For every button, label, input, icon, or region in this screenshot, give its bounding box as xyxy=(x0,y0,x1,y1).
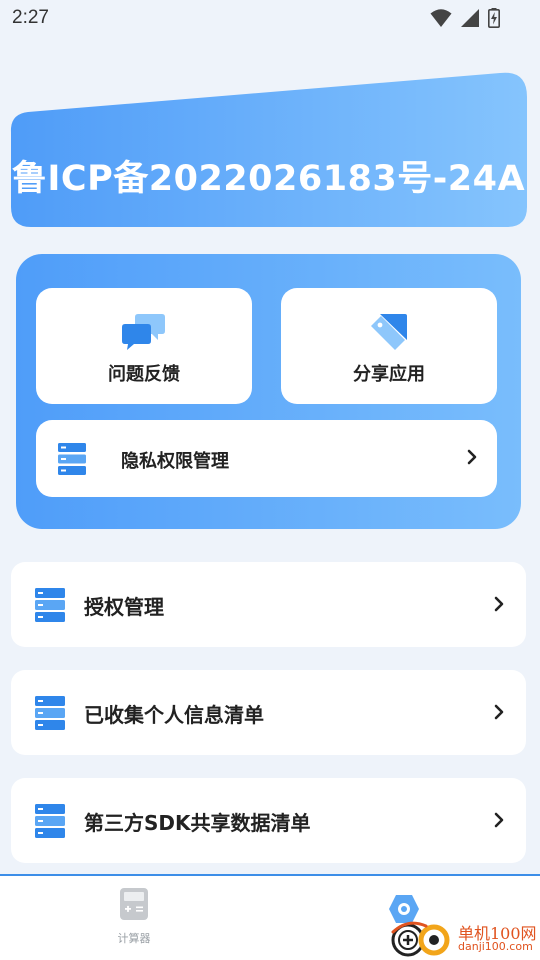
watermark-logo-icon xyxy=(391,921,450,957)
chevron-right-icon xyxy=(494,812,504,828)
site-watermark: 单机100网 danji100.com xyxy=(388,918,540,960)
action-panel: 问题反馈 分享应用 隐私权限管理 xyxy=(16,254,521,529)
chevron-right-icon xyxy=(467,449,477,465)
wifi-icon xyxy=(430,9,452,27)
signal-icon xyxy=(461,9,479,27)
collected-info-list-label: 已收集个人信息清单 xyxy=(84,703,264,727)
icp-number-text: 鲁ICP备2022026183号-24A xyxy=(11,159,526,199)
chat-bubbles-icon xyxy=(122,314,165,350)
icp-banner: 鲁ICP备2022026183号-24A xyxy=(10,72,527,227)
third-party-sdk-list-row[interactable]: 第三方SDK共享数据清单 xyxy=(11,778,526,863)
privacy-permission-label: 隐私权限管理 xyxy=(121,451,229,472)
privacy-permission-row[interactable]: 隐私权限管理 xyxy=(36,420,497,497)
server-list-icon xyxy=(35,588,65,622)
feedback-label: 问题反馈 xyxy=(108,364,180,385)
server-list-icon xyxy=(58,443,86,475)
tag-icon xyxy=(371,314,407,350)
battery-icon xyxy=(488,8,500,28)
chevron-right-icon xyxy=(494,596,504,612)
authorization-management-label: 授权管理 xyxy=(84,595,164,619)
feedback-button[interactable]: 问题反馈 xyxy=(36,288,252,404)
share-app-button[interactable]: 分享应用 xyxy=(281,288,497,404)
nav-calculator-label: 计算器 xyxy=(117,932,151,945)
watermark-site-url: danji100.com xyxy=(458,940,533,953)
calculator-icon xyxy=(120,888,148,920)
status-bar: 2:27 xyxy=(0,0,540,38)
collected-info-list-row[interactable]: 已收集个人信息清单 xyxy=(11,670,526,755)
status-icons xyxy=(430,8,500,28)
share-label: 分享应用 xyxy=(353,364,425,385)
chevron-right-icon xyxy=(494,704,504,720)
authorization-management-row[interactable]: 授权管理 xyxy=(11,562,526,647)
nav-calculator-tab[interactable]: 计算器 xyxy=(104,888,164,946)
status-time: 2:27 xyxy=(12,7,49,28)
server-list-icon xyxy=(35,696,65,730)
server-list-icon xyxy=(35,804,65,838)
third-party-sdk-list-label: 第三方SDK共享数据清单 xyxy=(84,811,311,835)
